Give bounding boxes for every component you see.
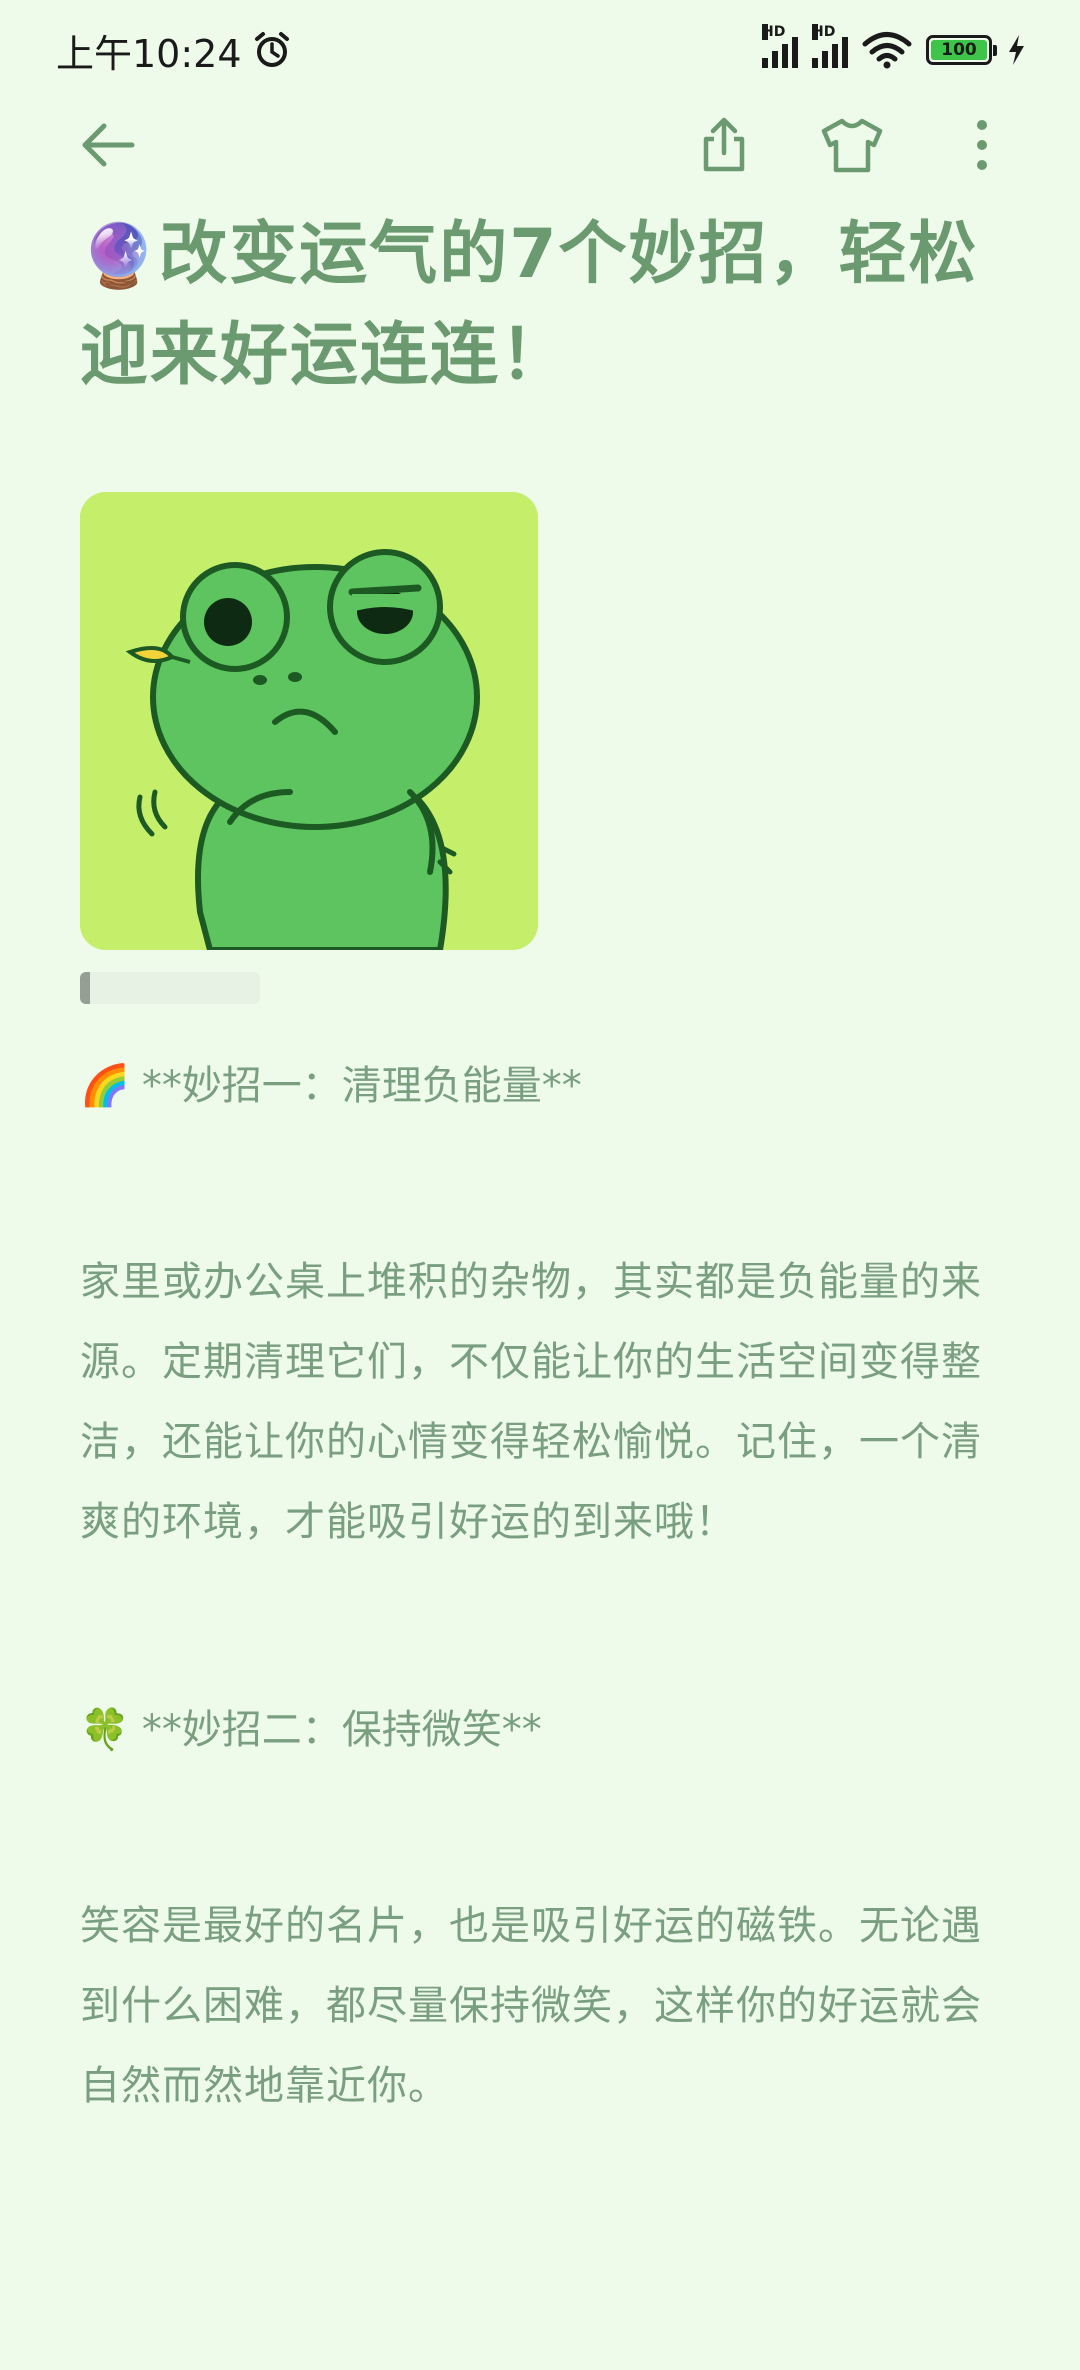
section-heading-1: 🌈 **妙招一：清理负能量** bbox=[80, 1056, 1020, 1116]
wifi-icon bbox=[862, 32, 912, 69]
alarm-icon bbox=[254, 32, 289, 67]
status-left: 上午10:24 bbox=[56, 23, 292, 78]
article-title-text: 改变运气的7个妙招，轻松迎来好运连连！ bbox=[80, 215, 979, 395]
section-heading-1-text: **妙招一：清理负能量** bbox=[141, 1063, 582, 1109]
status-right: HD HD 100 bbox=[762, 24, 1026, 69]
section-heading-2: 🍀 **妙招二：保持微笑** bbox=[80, 1700, 1020, 1760]
four-leaf-clover-icon: 🍀 bbox=[80, 1707, 130, 1753]
image-caption-blurred bbox=[80, 972, 260, 1004]
back-button[interactable] bbox=[68, 105, 148, 185]
tshirt-icon bbox=[821, 118, 883, 173]
battery-level: 100 bbox=[931, 40, 987, 60]
share-button[interactable] bbox=[684, 105, 764, 185]
more-button[interactable] bbox=[942, 105, 1022, 185]
rainbow-icon: 🌈 bbox=[80, 1063, 130, 1109]
cover-image[interactable] bbox=[80, 492, 538, 950]
article: 🔮改变运气的7个妙招，轻松迎来好运连连！ 🌈 **妙招一：清理负能量** 家里或… bbox=[80, 205, 1020, 2126]
theme-button[interactable] bbox=[812, 105, 892, 185]
signal-1-icon: HD bbox=[762, 24, 798, 68]
section-body-2: 笑容是最好的名片，也是吸引好运的磁铁。无论遇到什么困难，都尽量保持微笑，这样你的… bbox=[80, 1903, 982, 2109]
frog-illustration bbox=[80, 492, 538, 950]
battery-icon: 100 bbox=[926, 35, 997, 65]
more-vertical-icon bbox=[977, 120, 987, 170]
section-body-1: 家里或办公桌上堆积的杂物，其实都是负能量的来源。定期清理它们，不仅能让你的生活空… bbox=[80, 1259, 982, 1545]
section-heading-2-text: **妙招二：保持微笑** bbox=[141, 1707, 542, 1753]
arrow-left-icon bbox=[82, 123, 135, 167]
crystal-ball-icon: 🔮 bbox=[80, 219, 160, 292]
status-bar: 上午10:24 HD HD 100 bbox=[0, 0, 1080, 100]
bolt-icon bbox=[1009, 35, 1024, 65]
signal-2-icon: HD bbox=[812, 24, 848, 68]
toolbar bbox=[0, 95, 1080, 205]
article-title: 🔮改变运气的7个妙招，轻松迎来好运连连！ bbox=[80, 205, 1020, 406]
share-icon bbox=[703, 117, 745, 172]
status-time: 上午10:24 bbox=[56, 31, 242, 76]
